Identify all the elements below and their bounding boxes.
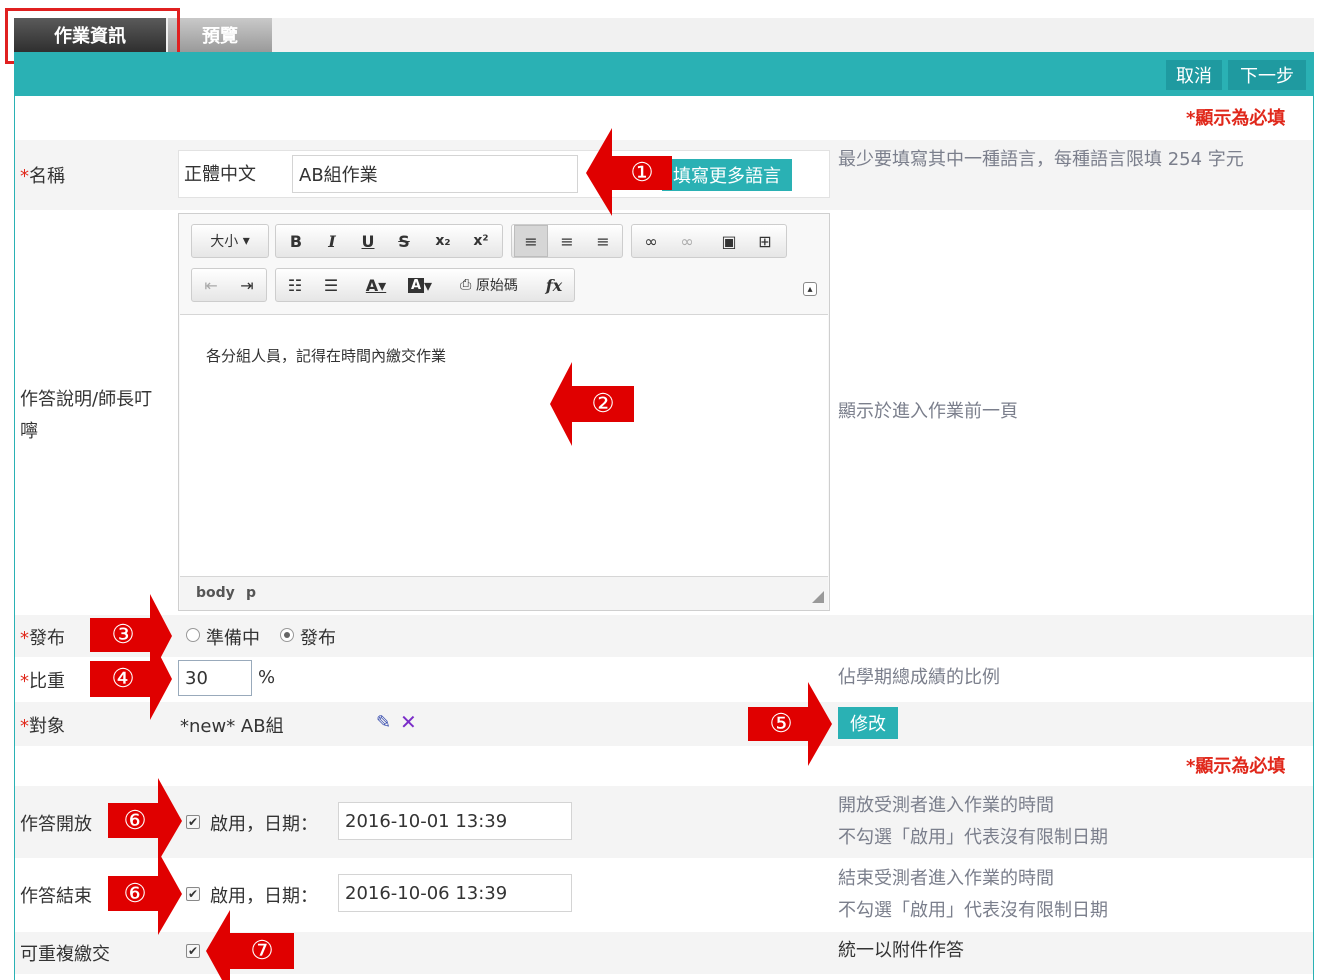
marker-4: ④ bbox=[111, 664, 135, 694]
marker-3: ③ bbox=[111, 620, 135, 650]
annotation-arrows bbox=[90, 128, 832, 980]
marker-1: ① bbox=[630, 158, 654, 188]
marker-7: ⑦ bbox=[250, 936, 274, 966]
marker-2: ② bbox=[591, 389, 615, 419]
marker-5: ⑤ bbox=[769, 709, 793, 739]
marker-6b: ⑥ bbox=[123, 878, 147, 909]
marker-6a: ⑥ bbox=[123, 805, 147, 836]
